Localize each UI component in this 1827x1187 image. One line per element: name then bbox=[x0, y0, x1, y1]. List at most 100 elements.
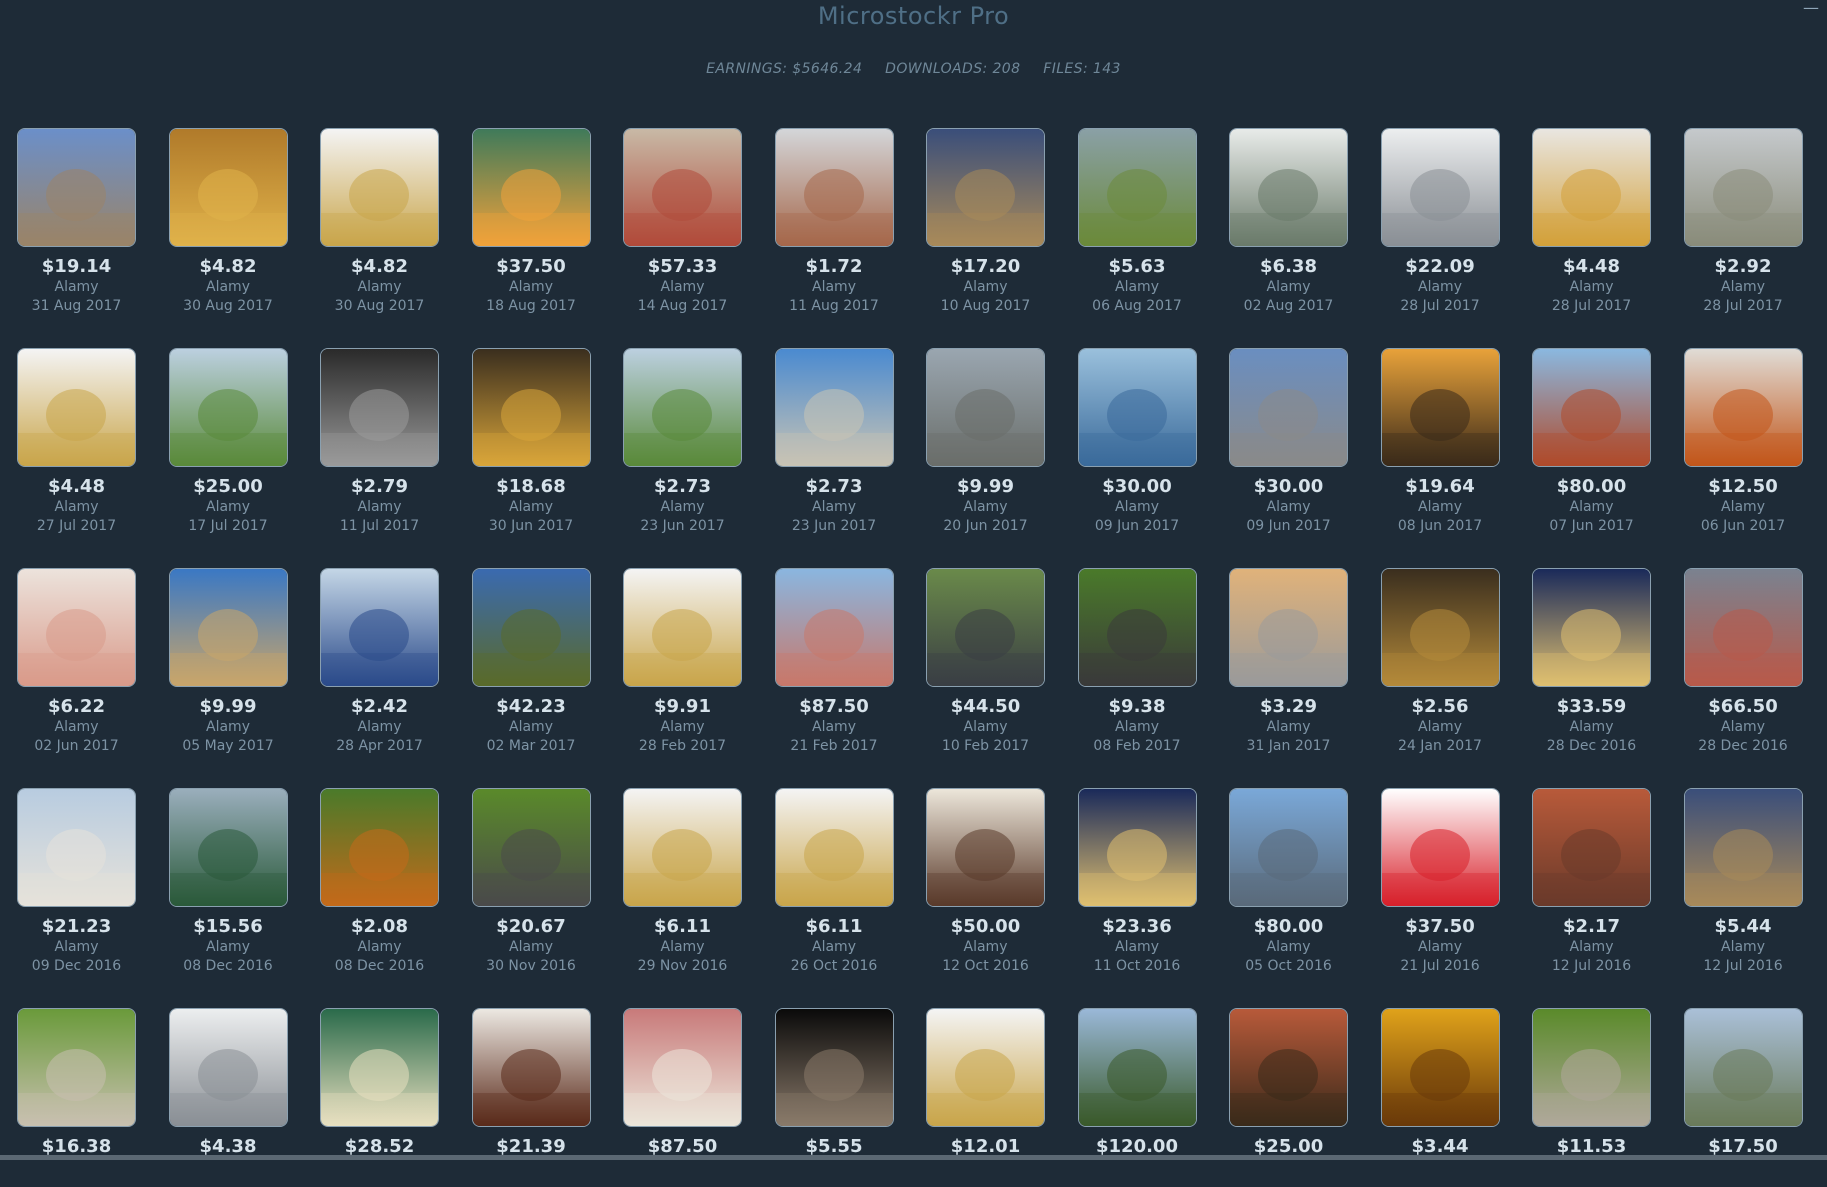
file-thumbnail[interactable] bbox=[17, 128, 136, 247]
file-tile[interactable]: $30.00 Alamy 09 Jun 2017 bbox=[1229, 348, 1348, 534]
file-thumbnail[interactable] bbox=[774, 348, 894, 467]
file-thumbnail[interactable] bbox=[17, 348, 136, 467]
file-tile[interactable]: $21.39 bbox=[471, 1008, 591, 1187]
file-tile[interactable]: $4.82 Alamy 30 Aug 2017 bbox=[320, 128, 439, 314]
file-tile[interactable]: $80.00 Alamy 05 Oct 2016 bbox=[1229, 788, 1348, 974]
file-tile[interactable]: $4.82 Alamy 30 Aug 2017 bbox=[168, 128, 288, 314]
file-tile[interactable]: $4.48 Alamy 27 Jul 2017 bbox=[17, 348, 136, 534]
file-thumbnail[interactable] bbox=[320, 1008, 439, 1127]
file-tile[interactable]: $9.91 Alamy 28 Feb 2017 bbox=[623, 568, 742, 754]
minimize-icon[interactable]: — bbox=[1803, 0, 1819, 17]
file-thumbnail[interactable] bbox=[926, 348, 1045, 467]
file-thumbnail[interactable] bbox=[1683, 128, 1803, 247]
file-tile[interactable]: $87.50 Alamy 21 Feb 2017 bbox=[774, 568, 894, 754]
file-tile[interactable]: $37.50 Alamy 18 Aug 2017 bbox=[471, 128, 591, 314]
file-tile[interactable]: $3.44 bbox=[1380, 1008, 1500, 1187]
file-thumbnail[interactable] bbox=[1380, 788, 1500, 907]
file-tile[interactable]: $2.56 Alamy 24 Jan 2017 bbox=[1380, 568, 1500, 754]
file-tile[interactable]: $80.00 Alamy 07 Jun 2017 bbox=[1532, 348, 1651, 534]
file-tile[interactable]: $12.50 Alamy 06 Jun 2017 bbox=[1683, 348, 1803, 534]
file-thumbnail[interactable] bbox=[623, 1008, 742, 1127]
file-tile[interactable]: $57.33 Alamy 14 Aug 2017 bbox=[623, 128, 742, 314]
file-tile[interactable]: $87.50 bbox=[623, 1008, 742, 1187]
file-tile[interactable]: $12.01 bbox=[926, 1008, 1045, 1187]
file-tile[interactable]: $6.22 Alamy 02 Jun 2017 bbox=[17, 568, 136, 754]
file-thumbnail[interactable] bbox=[1229, 568, 1348, 687]
file-thumbnail[interactable] bbox=[168, 788, 288, 907]
file-tile[interactable]: $2.17 Alamy 12 Jul 2016 bbox=[1532, 788, 1651, 974]
file-thumbnail[interactable] bbox=[471, 128, 591, 247]
file-thumbnail[interactable] bbox=[1683, 788, 1803, 907]
file-tile[interactable]: $44.50 Alamy 10 Feb 2017 bbox=[926, 568, 1045, 754]
file-tile[interactable]: $33.59 Alamy 28 Dec 2016 bbox=[1532, 568, 1651, 754]
file-tile[interactable]: $23.36 Alamy 11 Oct 2016 bbox=[1077, 788, 1197, 974]
file-thumbnail[interactable] bbox=[1532, 788, 1651, 907]
file-tile[interactable]: $120.00 bbox=[1077, 1008, 1197, 1187]
file-thumbnail[interactable] bbox=[320, 568, 439, 687]
file-thumbnail[interactable] bbox=[1077, 788, 1197, 907]
file-tile[interactable]: $22.09 Alamy 28 Jul 2017 bbox=[1380, 128, 1500, 314]
file-thumbnail[interactable] bbox=[168, 128, 288, 247]
file-thumbnail[interactable] bbox=[774, 788, 894, 907]
file-thumbnail[interactable] bbox=[1229, 128, 1348, 247]
file-thumbnail[interactable] bbox=[1229, 1008, 1348, 1127]
file-tile[interactable]: $16.38 bbox=[17, 1008, 136, 1187]
file-thumbnail[interactable] bbox=[1380, 128, 1500, 247]
file-tile[interactable]: $19.64 Alamy 08 Jun 2017 bbox=[1380, 348, 1500, 534]
file-tile[interactable]: $4.48 Alamy 28 Jul 2017 bbox=[1532, 128, 1651, 314]
file-thumbnail[interactable] bbox=[1380, 348, 1500, 467]
file-thumbnail[interactable] bbox=[1380, 1008, 1500, 1127]
file-tile[interactable]: $66.50 Alamy 28 Dec 2016 bbox=[1683, 568, 1803, 754]
file-tile[interactable]: $37.50 Alamy 21 Jul 2016 bbox=[1380, 788, 1500, 974]
file-tile[interactable]: $19.14 Alamy 31 Aug 2017 bbox=[17, 128, 136, 314]
file-thumbnail[interactable] bbox=[320, 788, 439, 907]
file-tile[interactable]: $6.38 Alamy 02 Aug 2017 bbox=[1229, 128, 1348, 314]
file-tile[interactable]: $17.50 bbox=[1683, 1008, 1803, 1187]
file-tile[interactable]: $2.08 Alamy 08 Dec 2016 bbox=[320, 788, 439, 974]
file-thumbnail[interactable] bbox=[774, 128, 894, 247]
file-thumbnail[interactable] bbox=[1077, 348, 1197, 467]
file-thumbnail[interactable] bbox=[623, 128, 742, 247]
file-thumbnail[interactable] bbox=[1077, 568, 1197, 687]
file-tile[interactable]: $6.11 Alamy 29 Nov 2016 bbox=[623, 788, 742, 974]
file-tile[interactable]: $2.73 Alamy 23 Jun 2017 bbox=[623, 348, 742, 534]
file-thumbnail[interactable] bbox=[471, 568, 591, 687]
file-tile[interactable]: $6.11 Alamy 26 Oct 2016 bbox=[774, 788, 894, 974]
file-tile[interactable]: $4.38 bbox=[168, 1008, 288, 1187]
file-tile[interactable]: $5.44 Alamy 12 Jul 2016 bbox=[1683, 788, 1803, 974]
file-tile[interactable]: $30.00 Alamy 09 Jun 2017 bbox=[1077, 348, 1197, 534]
file-tile[interactable]: $3.29 Alamy 31 Jan 2017 bbox=[1229, 568, 1348, 754]
file-tile[interactable]: $25.00 bbox=[1229, 1008, 1348, 1187]
file-thumbnail[interactable] bbox=[926, 128, 1045, 247]
file-tile[interactable]: $2.92 Alamy 28 Jul 2017 bbox=[1683, 128, 1803, 314]
file-thumbnail[interactable] bbox=[168, 348, 288, 467]
file-thumbnail[interactable] bbox=[623, 788, 742, 907]
file-thumbnail[interactable] bbox=[926, 568, 1045, 687]
file-thumbnail[interactable] bbox=[1532, 1008, 1651, 1127]
file-thumbnail[interactable] bbox=[1683, 1008, 1803, 1127]
file-tile[interactable]: $5.63 Alamy 06 Aug 2017 bbox=[1077, 128, 1197, 314]
file-tile[interactable]: $28.52 bbox=[320, 1008, 439, 1187]
file-tile[interactable]: $20.67 Alamy 30 Nov 2016 bbox=[471, 788, 591, 974]
file-thumbnail[interactable] bbox=[17, 568, 136, 687]
file-tile[interactable]: $2.79 Alamy 11 Jul 2017 bbox=[320, 348, 439, 534]
file-tile[interactable]: $21.23 Alamy 09 Dec 2016 bbox=[17, 788, 136, 974]
file-thumbnail[interactable] bbox=[471, 1008, 591, 1127]
file-tile[interactable]: $2.73 Alamy 23 Jun 2017 bbox=[774, 348, 894, 534]
file-thumbnail[interactable] bbox=[471, 788, 591, 907]
file-thumbnail[interactable] bbox=[168, 568, 288, 687]
file-tile[interactable]: $42.23 Alamy 02 Mar 2017 bbox=[471, 568, 591, 754]
file-thumbnail[interactable] bbox=[1532, 568, 1651, 687]
file-thumbnail[interactable] bbox=[1683, 348, 1803, 467]
file-thumbnail[interactable] bbox=[926, 788, 1045, 907]
file-thumbnail[interactable] bbox=[17, 1008, 136, 1127]
file-tile[interactable]: $15.56 Alamy 08 Dec 2016 bbox=[168, 788, 288, 974]
file-tile[interactable]: $9.99 Alamy 20 Jun 2017 bbox=[926, 348, 1045, 534]
file-thumbnail[interactable] bbox=[1532, 128, 1651, 247]
file-tile[interactable]: $18.68 Alamy 30 Jun 2017 bbox=[471, 348, 591, 534]
file-tile[interactable]: $9.99 Alamy 05 May 2017 bbox=[168, 568, 288, 754]
file-tile[interactable]: $2.42 Alamy 28 Apr 2017 bbox=[320, 568, 439, 754]
file-tile[interactable]: $17.20 Alamy 10 Aug 2017 bbox=[926, 128, 1045, 314]
file-thumbnail[interactable] bbox=[623, 348, 742, 467]
file-thumbnail[interactable] bbox=[1229, 348, 1348, 467]
